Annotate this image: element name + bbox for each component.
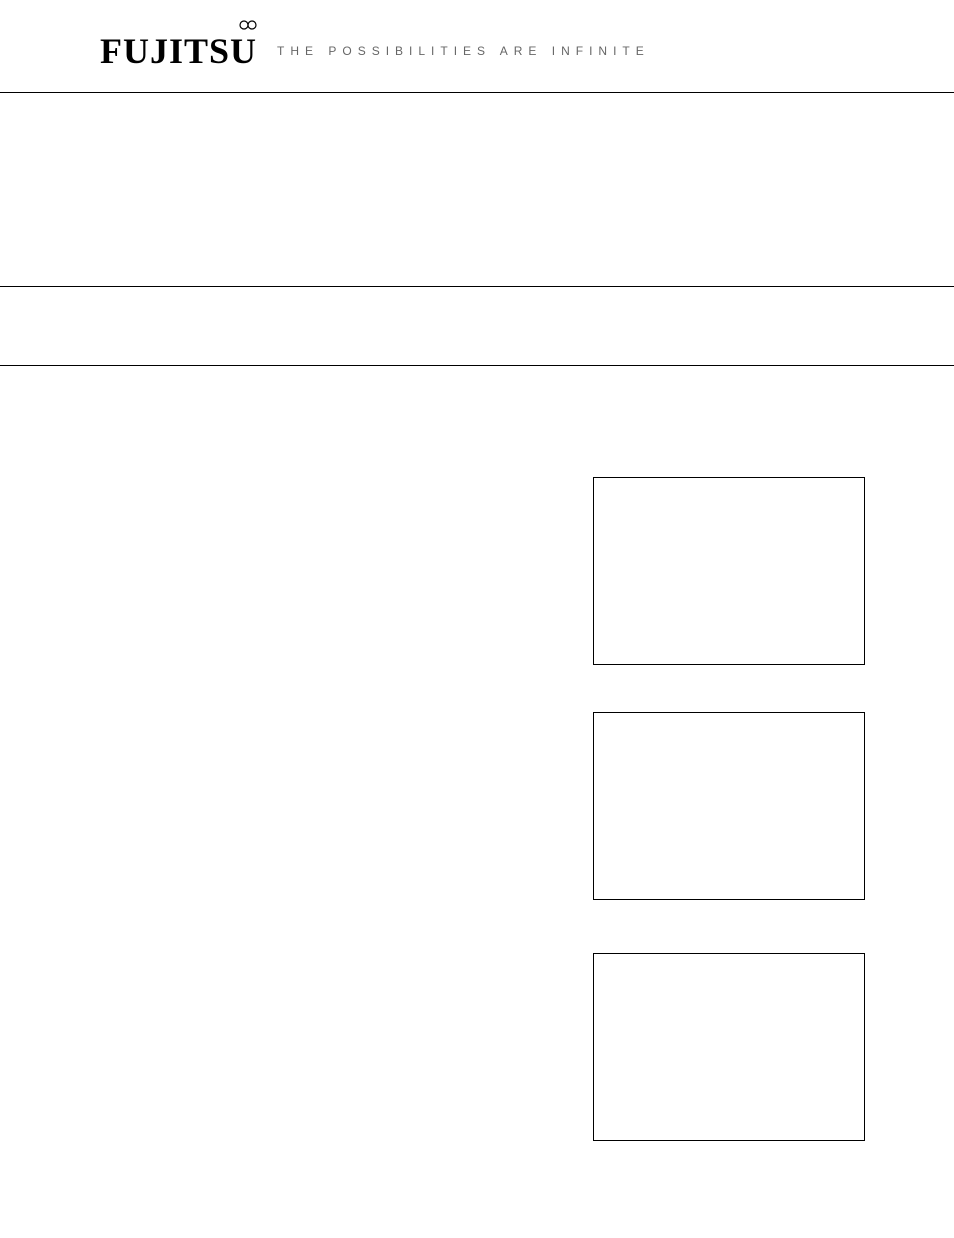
logo: FUJITSU THE POSSIBILITIES ARE INFINITE [100,30,650,72]
logo-text: FUJITSU [100,30,257,72]
logo-tagline: THE POSSIBILITIES ARE INFINITE [277,44,650,58]
divider-line-1 [0,286,954,287]
image-placeholder-2 [593,712,865,900]
image-placeholder-1 [593,477,865,665]
divider-line-2 [0,365,954,366]
image-placeholder-3 [593,953,865,1141]
infinity-icon [239,18,259,36]
page-header: FUJITSU THE POSSIBILITIES ARE INFINITE [0,0,954,93]
logo-brand: FUJITSU [100,31,257,71]
